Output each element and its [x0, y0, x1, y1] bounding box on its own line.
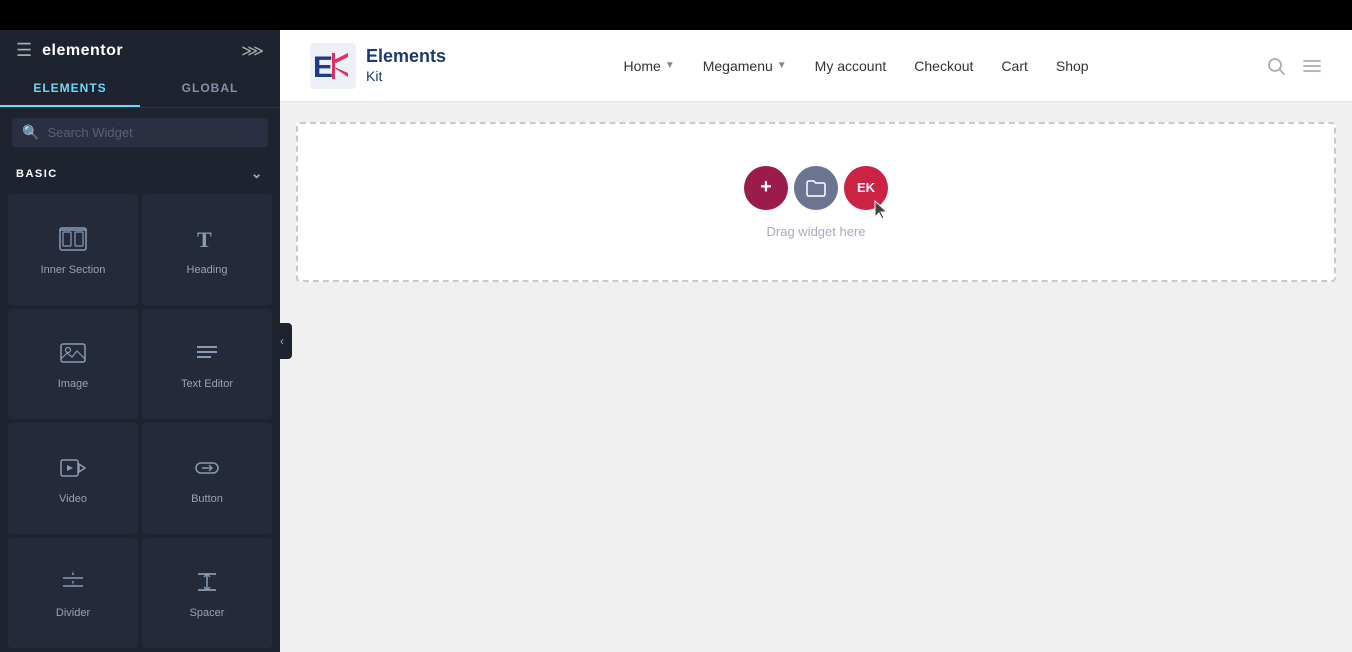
- widget-label-divider: Divider: [56, 607, 90, 619]
- widget-item-text-editor[interactable]: Text Editor: [142, 309, 272, 420]
- grid-icon[interactable]: ⋙: [241, 41, 264, 61]
- search-input-wrap: 🔍: [12, 118, 268, 147]
- drop-action-buttons: + EK: [744, 166, 888, 210]
- widget-item-video[interactable]: Video: [8, 423, 138, 534]
- heading-icon: T: [193, 227, 221, 256]
- button-icon: [193, 456, 221, 485]
- nav-label-my-account: My account: [815, 58, 887, 74]
- nav-search-icon[interactable]: [1266, 56, 1286, 76]
- search-input[interactable]: [47, 125, 258, 140]
- sidebar-tabs: ELEMENTS GLOBAL: [0, 71, 280, 108]
- nav-label-shop: Shop: [1056, 58, 1089, 74]
- main-area: ☰ elementor ⋙ ELEMENTS GLOBAL 🔍: [0, 30, 1352, 652]
- inner-section-icon: [59, 227, 87, 256]
- nav-label-checkout: Checkout: [914, 58, 973, 74]
- top-bar: [0, 0, 1352, 30]
- nav-icons: [1266, 56, 1322, 76]
- sidebar: ☰ elementor ⋙ ELEMENTS GLOBAL 🔍: [0, 30, 280, 652]
- canvas-area: E Elements Kit Home ▼ Megamenu: [280, 30, 1352, 652]
- divider-icon: [59, 570, 87, 599]
- nav-item-cart[interactable]: Cart: [1001, 58, 1027, 74]
- drop-zone-label: Drag widget here: [767, 224, 866, 239]
- nav-item-checkout[interactable]: Checkout: [914, 58, 973, 74]
- widget-item-divider[interactable]: Divider: [8, 538, 138, 649]
- nav-label-home: Home: [623, 58, 660, 74]
- category-label: BASIC: [16, 168, 58, 180]
- megamenu-dropdown-icon: ▼: [777, 60, 787, 71]
- folder-button[interactable]: [794, 166, 838, 210]
- svg-text:E: E: [313, 51, 333, 84]
- widget-label-video: Video: [59, 493, 87, 505]
- nav-item-home[interactable]: Home ▼: [623, 58, 674, 74]
- widget-item-button[interactable]: Button: [142, 423, 272, 534]
- sidebar-header: ☰ elementor ⋙: [0, 30, 280, 71]
- sidebar-search: 🔍: [0, 108, 280, 157]
- category-header[interactable]: BASIC ⌄: [0, 157, 280, 190]
- tab-global[interactable]: GLOBAL: [140, 71, 280, 107]
- image-icon: [59, 341, 87, 370]
- brand-bottom: Kit: [366, 68, 446, 85]
- widget-grid: Inner Section T Heading: [0, 190, 280, 652]
- sidebar-collapse-button[interactable]: ‹: [272, 323, 292, 359]
- widget-item-image[interactable]: Image: [8, 309, 138, 420]
- sidebar-logo: ☰ elementor: [16, 40, 123, 61]
- nav-item-my-account[interactable]: My account: [815, 58, 887, 74]
- canvas-content: + EK Drag widget here: [280, 102, 1352, 652]
- nav-logo-text: Elements Kit: [366, 46, 446, 84]
- sidebar-wrapper: ☰ elementor ⋙ ELEMENTS GLOBAL 🔍: [0, 30, 280, 652]
- chevron-down-icon: ⌄: [251, 165, 264, 182]
- widget-label-button: Button: [191, 493, 223, 505]
- widget-item-inner-section[interactable]: Inner Section: [8, 194, 138, 305]
- svg-text:T: T: [197, 227, 212, 251]
- tab-elements[interactable]: ELEMENTS: [0, 71, 140, 107]
- search-icon: 🔍: [22, 124, 39, 141]
- drop-section[interactable]: + EK Drag widget here: [296, 122, 1336, 282]
- nav-label-cart: Cart: [1001, 58, 1027, 74]
- nav-menu-icon[interactable]: [1302, 56, 1322, 76]
- nav-logo: E Elements Kit: [310, 43, 446, 89]
- spacer-icon: [193, 570, 221, 599]
- canvas-nav: E Elements Kit Home ▼ Megamenu: [280, 30, 1352, 102]
- collapse-arrow-icon: ‹: [280, 334, 284, 348]
- widget-item-heading[interactable]: T Heading: [142, 194, 272, 305]
- video-icon: [59, 456, 87, 485]
- widget-label-text-editor: Text Editor: [181, 378, 233, 390]
- nav-item-shop[interactable]: Shop: [1056, 58, 1089, 74]
- text-editor-icon: [193, 341, 221, 370]
- widget-label-spacer: Spacer: [190, 607, 225, 619]
- nav-item-megamenu[interactable]: Megamenu ▼: [703, 58, 787, 74]
- nav-label-megamenu: Megamenu: [703, 58, 773, 74]
- sidebar-header-icons: ⋙: [241, 41, 264, 61]
- nav-menu: Home ▼ Megamenu ▼ My account Checkout Ca…: [623, 58, 1088, 74]
- add-widget-button[interactable]: +: [744, 166, 788, 210]
- widget-label-inner-section: Inner Section: [41, 264, 106, 276]
- widget-item-spacer[interactable]: Spacer: [142, 538, 272, 649]
- hamburger-icon[interactable]: ☰: [16, 40, 32, 61]
- home-dropdown-icon: ▼: [665, 60, 675, 71]
- ek-button[interactable]: EK: [844, 166, 888, 210]
- widget-label-image: Image: [58, 378, 89, 390]
- brand-top: Elements: [366, 46, 446, 68]
- ek-logo-icon: E: [310, 43, 356, 89]
- widget-label-heading: Heading: [187, 264, 228, 276]
- sidebar-logo-text: elementor: [42, 42, 123, 60]
